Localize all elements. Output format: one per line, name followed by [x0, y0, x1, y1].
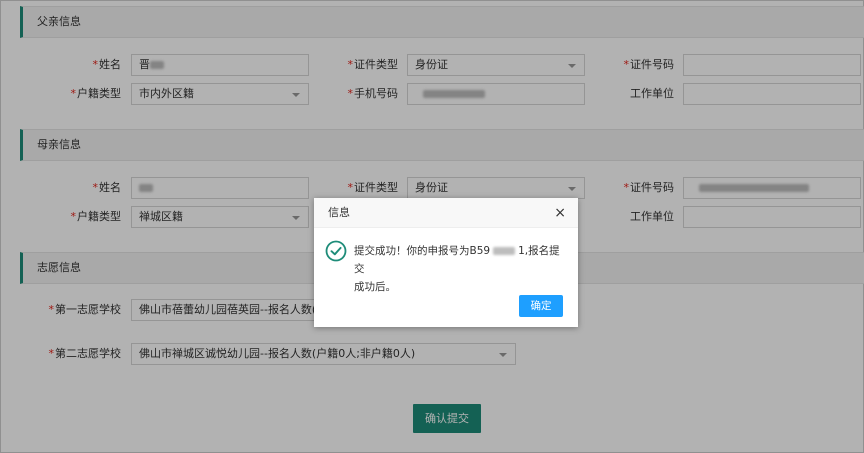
dialog-message-line2: 成功后。 — [354, 281, 396, 293]
ok-button[interactable]: 确定 — [519, 295, 563, 317]
redacted-application-number — [493, 247, 516, 255]
success-dialog: 信息 × 提交成功！你的申报号为B59 1,报名提交 成功后。 确定 — [314, 198, 578, 327]
dialog-title: 信息 — [328, 206, 350, 219]
dialog-message: 提交成功！你的申报号为B59 1,报名提交 成功后。 — [354, 242, 566, 296]
close-icon[interactable]: × — [554, 204, 566, 222]
dialog-header: 信息 — [314, 198, 578, 228]
success-check-icon — [325, 240, 347, 262]
dialog-message-part1: 提交成功！你的申报号为B59 — [354, 245, 491, 257]
